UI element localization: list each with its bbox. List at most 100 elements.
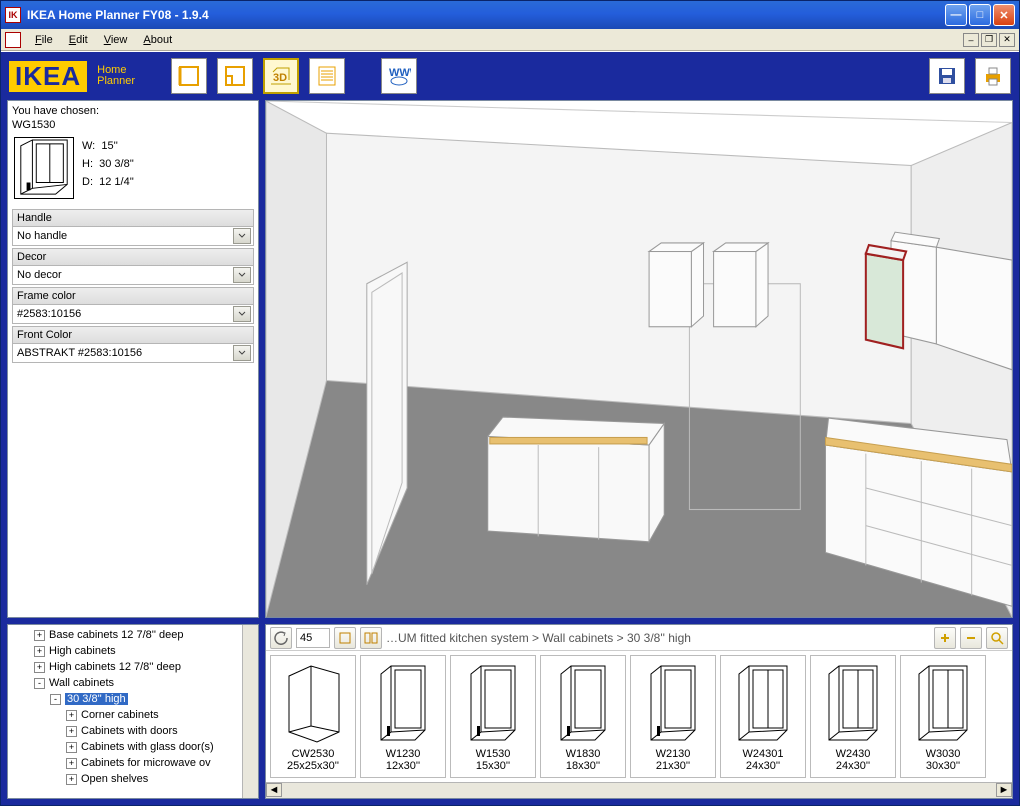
tree-scrollbar[interactable] — [242, 625, 258, 798]
catalog-item-size: 25x25x30'' — [287, 760, 339, 772]
mdi-close-button[interactable]: ✕ — [999, 33, 1015, 47]
nav-back-button[interactable] — [270, 627, 292, 649]
breadcrumb: …UM fitted kitchen system > Wall cabinet… — [386, 631, 691, 645]
titlebar: IK IKEA Home Planner FY08 - 1.9.4 — □ ✕ — [1, 1, 1019, 29]
tree-item[interactable]: + Cabinets for microwave ov — [10, 755, 256, 771]
scroll-right-button[interactable]: ► — [996, 783, 1012, 797]
catalog-item[interactable]: W213021x30'' — [630, 655, 716, 778]
view-mode-1-button[interactable] — [334, 627, 356, 649]
tree-item[interactable]: + Corner cabinets — [10, 707, 256, 723]
handle-label: Handle — [12, 209, 254, 226]
catalog-item-name: W1230 — [386, 748, 421, 760]
close-button[interactable]: ✕ — [993, 4, 1015, 26]
tree-expand-icon[interactable]: + — [34, 662, 45, 673]
tree-item-label: High cabinets — [49, 645, 116, 657]
tree-expand-icon[interactable]: + — [66, 742, 77, 753]
catalog-item-size: 30x30'' — [926, 760, 960, 772]
tree-expand-icon[interactable]: + — [66, 726, 77, 737]
menu-edit[interactable]: Edit — [61, 32, 96, 48]
menu-file[interactable]: File — [27, 32, 61, 48]
mdi-minimize-button[interactable]: – — [963, 33, 979, 47]
catalog-item-name: W2430 — [836, 748, 871, 760]
search-button[interactable] — [986, 627, 1008, 649]
menu-about[interactable]: About — [135, 32, 180, 48]
chosen-model: WG1530 — [12, 119, 254, 131]
wall-openings-button[interactable] — [217, 58, 253, 94]
tree-item-label: Corner cabinets — [81, 709, 159, 721]
room-shape-button[interactable] — [171, 58, 207, 94]
tree-expand-icon[interactable]: + — [66, 758, 77, 769]
cabinet-icon — [911, 660, 975, 746]
tree-item[interactable]: + Cabinets with glass door(s) — [10, 739, 256, 755]
minimize-button[interactable]: — — [945, 4, 967, 26]
catalog-item-name: CW2530 — [292, 748, 335, 760]
menu-view[interactable]: View — [96, 32, 136, 48]
dimensions: W: 15'' H: 30 3/8'' D: 12 1/4'' — [82, 137, 134, 191]
catalog-toolbar: 45 …UM fitted kitchen system > Wall cabi… — [266, 625, 1012, 651]
rotation-angle-input[interactable]: 45 — [296, 628, 330, 648]
view-mode-2-button[interactable] — [360, 627, 382, 649]
catalog-item-size: 24x30'' — [746, 760, 780, 772]
tree-item[interactable]: + High cabinets 12 7/8'' deep — [10, 659, 256, 675]
catalog-item[interactable]: W303030x30'' — [900, 655, 986, 778]
chosen-label: You have chosen: — [12, 105, 254, 117]
catalog-scrollbar[interactable]: ◄ ► — [266, 782, 1012, 798]
tree-expand-icon[interactable]: - — [50, 694, 61, 705]
tree-expand-icon[interactable]: + — [34, 630, 45, 641]
front-combo[interactable]: ABSTRAKT #2583:10156 — [12, 343, 254, 363]
zoom-out-button[interactable] — [960, 627, 982, 649]
doc-icon — [5, 32, 21, 48]
tree-item-label: Wall cabinets — [49, 677, 114, 689]
item-info-panel: You have chosen: WG1530 W: 15'' H: 30 3/… — [7, 100, 259, 618]
frame-label: Frame color — [12, 287, 254, 304]
cabinet-icon — [371, 660, 435, 746]
chevron-down-icon — [233, 345, 251, 361]
3d-viewport[interactable] — [265, 100, 1013, 618]
print-button[interactable] — [975, 58, 1011, 94]
shopping-list-button[interactable] — [309, 58, 345, 94]
tree-item-label: High cabinets 12 7/8'' deep — [49, 661, 181, 673]
catalog-item-name: W1830 — [566, 748, 601, 760]
catalog-item-size: 15x30'' — [476, 760, 510, 772]
handle-combo[interactable]: No handle — [12, 226, 254, 246]
3d-view-button[interactable]: 3D — [263, 58, 299, 94]
catalog-item-name: W1530 — [476, 748, 511, 760]
cabinet-icon — [281, 660, 345, 746]
catalog-item[interactable]: W243024x30'' — [810, 655, 896, 778]
tree-expand-icon[interactable]: + — [66, 710, 77, 721]
catalog-item[interactable]: CW253025x25x30'' — [270, 655, 356, 778]
catalog-panel: 45 …UM fitted kitchen system > Wall cabi… — [265, 624, 1013, 799]
frame-combo[interactable]: #2583:10156 — [12, 304, 254, 324]
www-button[interactable]: WWW — [381, 58, 417, 94]
decor-combo[interactable]: No decor — [12, 265, 254, 285]
tree-item[interactable]: + Open shelves — [10, 771, 256, 787]
catalog-item[interactable]: W153015x30'' — [450, 655, 536, 778]
tree-expand-icon[interactable]: + — [34, 646, 45, 657]
tree-expand-icon[interactable]: - — [34, 678, 45, 689]
save-button[interactable] — [929, 58, 965, 94]
tree-item[interactable]: + Base cabinets 12 7/8'' deep — [10, 627, 256, 643]
app-icon: IK — [5, 7, 21, 23]
tree-item[interactable]: - Wall cabinets — [10, 675, 256, 691]
zoom-in-button[interactable] — [934, 627, 956, 649]
chosen-thumbnail — [14, 137, 74, 199]
menubar: File Edit View About – ❐ ✕ — [1, 29, 1019, 51]
app-toolbar: IKEA HomePlanner 3D WWW — [1, 52, 1019, 100]
maximize-button[interactable]: □ — [969, 4, 991, 26]
catalog-item[interactable]: W2430124x30'' — [720, 655, 806, 778]
app-window: IK IKEA Home Planner FY08 - 1.9.4 — □ ✕ … — [0, 0, 1020, 806]
category-tree[interactable]: + Base cabinets 12 7/8'' deep+ High cabi… — [7, 624, 259, 799]
catalog-item[interactable]: W123012x30'' — [360, 655, 446, 778]
mdi-restore-button[interactable]: ❐ — [981, 33, 997, 47]
tree-item[interactable]: + Cabinets with doors — [10, 723, 256, 739]
scroll-left-button[interactable]: ◄ — [266, 783, 282, 797]
tree-item[interactable]: - 30 3/8'' high — [10, 691, 256, 707]
svg-text:3D: 3D — [273, 72, 287, 84]
tree-item[interactable]: + High cabinets — [10, 643, 256, 659]
catalog-item[interactable]: W183018x30'' — [540, 655, 626, 778]
tree-item-label: Open shelves — [81, 773, 148, 785]
catalog-items: CW253025x25x30''W123012x30''W153015x30''… — [266, 651, 1012, 782]
chevron-down-icon — [233, 267, 251, 283]
tree-expand-icon[interactable]: + — [66, 774, 77, 785]
cabinet-icon — [821, 660, 885, 746]
